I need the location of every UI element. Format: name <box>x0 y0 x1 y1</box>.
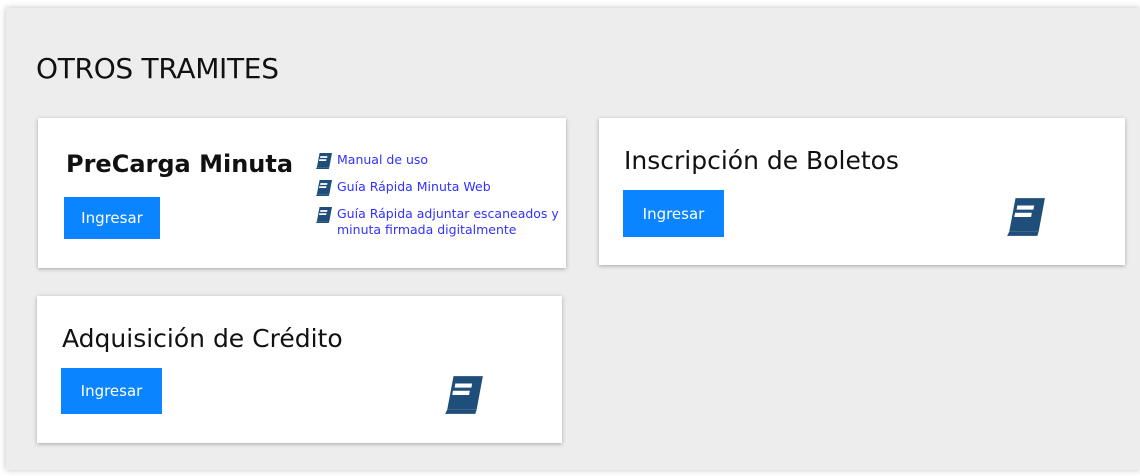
section-title: OTROS TRAMITES <box>36 52 279 85</box>
guia-minuta-web-link[interactable]: Guía Rápida Minuta Web <box>337 179 491 195</box>
book-icon <box>316 153 332 169</box>
book-icon <box>316 180 332 196</box>
book-icon <box>316 207 332 223</box>
card-precarga-minuta: PreCarga Minuta Ingresar Manual de uso G… <box>38 118 566 268</box>
link-row: Guía Rápida adjuntar escaneados y minuta… <box>315 206 560 238</box>
manual-de-uso-link[interactable]: Manual de uso <box>337 152 428 168</box>
help-links: Manual de uso Guía Rápida Minuta Web Guí… <box>315 152 560 238</box>
card-adquisicion-credito: Adquisición de Crédito Ingresar <box>37 296 562 443</box>
ingresar-button[interactable]: Ingresar <box>623 190 724 237</box>
card-title: Adquisición de Crédito <box>62 324 343 353</box>
book-icon[interactable] <box>443 376 485 414</box>
card-title: PreCarga Minuta <box>66 150 294 178</box>
link-row: Guía Rápida Minuta Web <box>315 179 560 196</box>
link-row: Manual de uso <box>315 152 560 169</box>
card-inscripcion-boletos: Inscripción de Boletos Ingresar <box>599 118 1125 265</box>
card-title: Inscripción de Boletos <box>624 146 899 175</box>
guia-adjuntar-link[interactable]: Guía Rápida adjuntar escaneados y minuta… <box>337 206 560 238</box>
ingresar-button[interactable]: Ingresar <box>61 368 162 414</box>
otros-tramites-panel: OTROS TRAMITES PreCarga Minuta Ingresar … <box>6 8 1140 470</box>
book-icon[interactable] <box>1005 198 1047 236</box>
ingresar-button[interactable]: Ingresar <box>64 197 160 239</box>
